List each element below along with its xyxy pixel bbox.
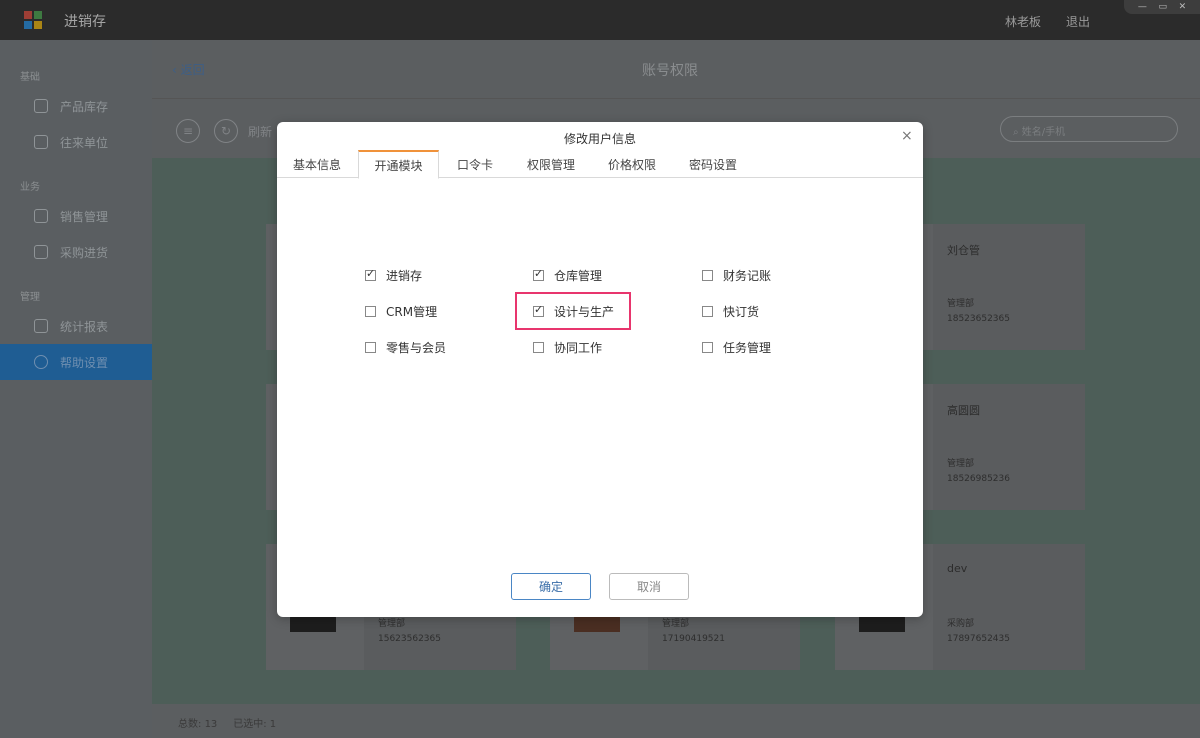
card-name: 刘仓管 bbox=[947, 244, 980, 257]
module-checkbox-collaboration[interactable]: 协同工作 bbox=[533, 337, 602, 357]
highlight-annotation bbox=[515, 292, 631, 330]
module-checkbox-jxc[interactable]: 进销存 bbox=[365, 265, 422, 285]
sidebar-item-help-settings[interactable]: 帮助设置 bbox=[0, 344, 152, 380]
card-phone: 18526985236 bbox=[947, 474, 1010, 484]
edit-icon bbox=[34, 209, 48, 223]
card-name: 高圆圆 bbox=[947, 404, 980, 417]
module-label: 财务记账 bbox=[723, 268, 772, 283]
sidebar-item-purchase[interactable]: 采购进货 bbox=[0, 234, 152, 270]
tag-icon bbox=[34, 99, 48, 113]
sidebar-item-product-stock[interactable]: 产品库存 bbox=[0, 88, 152, 124]
sidebar-item-label: 产品库存 bbox=[60, 99, 109, 114]
checkbox-checked-icon bbox=[365, 267, 376, 281]
module-checkbox-quick-order[interactable]: 快订货 bbox=[702, 301, 759, 321]
card-name: dev bbox=[947, 562, 968, 575]
module-checkbox-retail[interactable]: 零售与会员 bbox=[365, 337, 446, 357]
gear-icon bbox=[34, 355, 48, 369]
module-label: 任务管理 bbox=[723, 340, 772, 355]
chart-icon bbox=[34, 319, 48, 333]
page-header: ‹ 返回 账号权限 bbox=[152, 40, 1200, 98]
sidebar-item-sales[interactable]: 销售管理 bbox=[0, 198, 152, 234]
sidebar-group-business: 业务 bbox=[20, 182, 40, 193]
dialog-title: 修改用户信息 bbox=[563, 132, 636, 146]
checkbox-icon bbox=[365, 305, 376, 317]
card-phone: 18523652365 bbox=[947, 314, 1010, 324]
module-label: 协同工作 bbox=[554, 340, 603, 355]
sidebar-group-basic: 基础 bbox=[20, 72, 40, 83]
app-title: 进销存 bbox=[64, 14, 106, 30]
logout-link[interactable]: 退出 bbox=[1066, 13, 1090, 30]
card-phone: 17897652435 bbox=[947, 634, 1010, 644]
back-link[interactable]: ‹ 返回 bbox=[172, 61, 205, 78]
sidebar-group-manage: 管理 bbox=[20, 292, 40, 303]
page-title: 账号权限 bbox=[642, 63, 698, 79]
title-bar: 进销存 林老板 退出 — ▭ ✕ bbox=[0, 0, 1200, 40]
contacts-icon bbox=[34, 135, 48, 149]
sidebar-item-label: 往来单位 bbox=[60, 135, 109, 150]
sidebar: 基础 产品库存 往来单位 业务 销售管理 采购进货 管理 统计报表 帮助设置 bbox=[0, 40, 152, 738]
tab-price-permissions[interactable]: 价格权限 bbox=[598, 150, 666, 178]
checkbox-icon bbox=[365, 341, 376, 353]
module-checkbox-warehouse[interactable]: 仓库管理 bbox=[533, 265, 602, 285]
close-icon[interactable]: × bbox=[901, 128, 913, 144]
checkbox-icon bbox=[533, 341, 544, 353]
module-label: 零售与会员 bbox=[386, 340, 447, 355]
module-label: 进销存 bbox=[386, 268, 423, 283]
module-checkbox-crm[interactable]: CRM管理 bbox=[365, 301, 437, 321]
module-label: 仓库管理 bbox=[554, 268, 603, 283]
dialog-tabs: 基本信息 开通模块 口令卡 权限管理 价格权限 密码设置 bbox=[277, 150, 923, 179]
selected-count: 1 bbox=[269, 719, 277, 730]
sidebar-item-label: 采购进货 bbox=[60, 245, 109, 260]
tab-basic-info[interactable]: 基本信息 bbox=[285, 150, 349, 178]
edit-user-dialog: 修改用户信息 × 基本信息 开通模块 口令卡 权限管理 价格权限 密码设置 进销… bbox=[277, 122, 923, 617]
user-name[interactable]: 林老板 bbox=[1005, 13, 1041, 30]
sidebar-item-label: 统计报表 bbox=[60, 319, 109, 334]
sidebar-item-label: 帮助设置 bbox=[60, 355, 109, 370]
cancel-button[interactable]: 取消 bbox=[609, 573, 689, 600]
module-checkbox-finance[interactable]: 财务记账 bbox=[702, 265, 771, 285]
tab-password[interactable]: 密码设置 bbox=[679, 150, 747, 178]
tab-token-card[interactable]: 口令卡 bbox=[449, 150, 501, 178]
app-logo-icon bbox=[24, 11, 42, 29]
checkbox-icon bbox=[702, 341, 713, 353]
card-dept: 采购部 bbox=[947, 619, 975, 629]
sidebar-item-reports[interactable]: 统计报表 bbox=[0, 308, 152, 344]
card-phone: 15623562365 bbox=[378, 634, 441, 644]
menu-icon[interactable]: ≡ bbox=[176, 119, 200, 143]
sidebar-item-contacts[interactable]: 往来单位 bbox=[0, 124, 152, 160]
card-phone: 17190419521 bbox=[662, 634, 725, 644]
tab-modules[interactable]: 开通模块 bbox=[358, 150, 439, 179]
checkbox-icon bbox=[702, 305, 713, 317]
status-footer: 总数: 13 已选中: 1 bbox=[152, 704, 1200, 738]
window-controls: — ▭ ✕ bbox=[1124, 0, 1200, 14]
card-dept: 管理部 bbox=[947, 299, 975, 309]
minimize-icon[interactable]: — bbox=[1138, 2, 1147, 12]
search-input[interactable]: ⌕ 姓名/手机 bbox=[1000, 116, 1178, 142]
inbox-icon bbox=[34, 245, 48, 259]
refresh-icon[interactable]: ↻ bbox=[214, 119, 238, 143]
card-dept: 管理部 bbox=[378, 619, 406, 629]
module-label: 快订货 bbox=[723, 304, 760, 319]
refresh-button[interactable]: 刷新 bbox=[248, 123, 272, 140]
confirm-button[interactable]: 确定 bbox=[511, 573, 591, 600]
maximize-icon[interactable]: ▭ bbox=[1158, 2, 1167, 12]
close-window-icon[interactable]: ✕ bbox=[1179, 2, 1187, 12]
checkbox-icon bbox=[702, 269, 713, 281]
card-dept: 管理部 bbox=[947, 459, 975, 469]
card-dept: 管理部 bbox=[662, 619, 690, 629]
tab-permissions[interactable]: 权限管理 bbox=[517, 150, 585, 178]
module-checkbox-task[interactable]: 任务管理 bbox=[702, 337, 771, 357]
total-count: 13 bbox=[204, 719, 218, 730]
checkbox-checked-icon bbox=[533, 267, 544, 281]
sidebar-item-label: 销售管理 bbox=[60, 209, 109, 224]
module-label: CRM管理 bbox=[386, 304, 438, 319]
